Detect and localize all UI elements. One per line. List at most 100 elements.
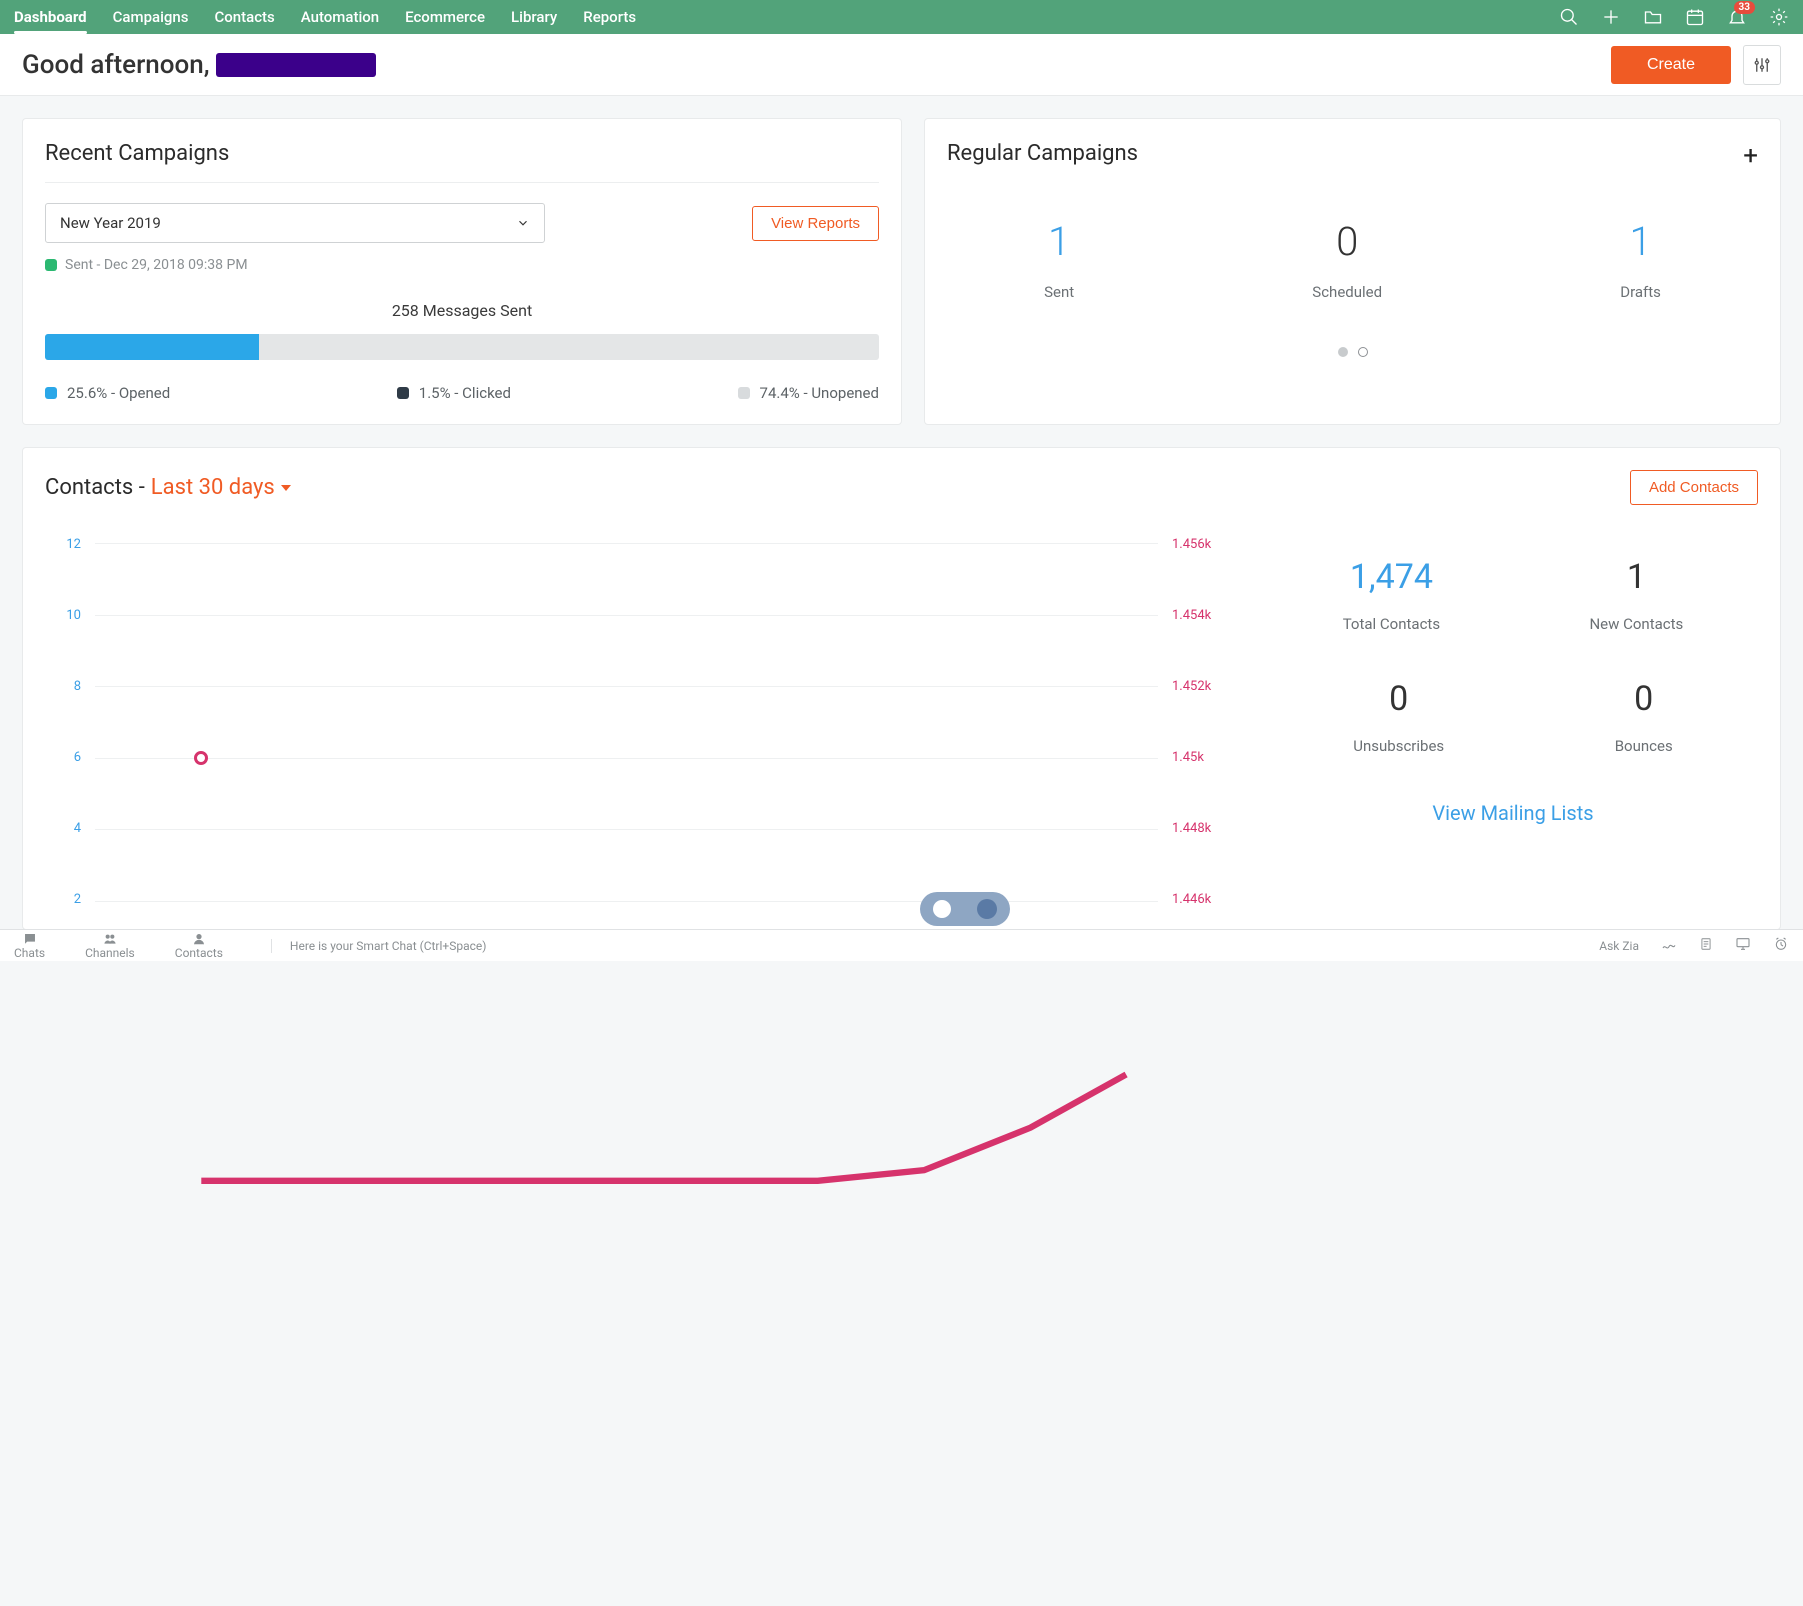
yr-tick: 1.452k	[1172, 679, 1228, 694]
monitor-icon[interactable]	[1735, 936, 1751, 955]
stat-scheduled-label: Scheduled	[1312, 283, 1382, 301]
bottom-tab-contacts[interactable]: Contacts	[175, 932, 223, 960]
legend-opened: 25.6% - Opened	[45, 384, 170, 402]
stat-unsub-label: Unsubscribes	[1353, 737, 1444, 755]
contacts-title-prefix: Contacts -	[45, 475, 145, 500]
greeting-prefix: Good afternoon,	[22, 50, 210, 80]
legend-clicked: 1.5% - Clicked	[397, 384, 511, 402]
nav-reports[interactable]: Reports	[583, 0, 636, 34]
stat-unsubscribes[interactable]: 0 Unsubscribes	[1353, 679, 1444, 755]
carousel-dot-1[interactable]	[1338, 347, 1348, 357]
chart-y-right: 1.456k 1.454k 1.452k 1.45k 1.448k 1.446k	[1172, 537, 1228, 907]
stat-scheduled-value: 0	[1312, 218, 1382, 265]
settings-sliders-button[interactable]	[1743, 45, 1781, 85]
notifications-badge: 33	[1734, 1, 1755, 14]
document-icon[interactable]	[1699, 936, 1713, 955]
triangle-down-icon	[281, 485, 291, 491]
contacts-card: Contacts - Last 30 days Add Contacts 12 …	[22, 447, 1781, 930]
legend-opened-icon	[45, 387, 57, 399]
stat-bounces-label: Bounces	[1615, 737, 1673, 755]
stat-total-value: 1,474	[1343, 557, 1440, 597]
legend-clicked-icon	[397, 387, 409, 399]
regular-campaigns-title: Regular Campaigns	[925, 119, 1780, 182]
nav-automation[interactable]: Automation	[301, 0, 379, 34]
bell-icon[interactable]: 33	[1727, 7, 1747, 27]
stat-drafts-label: Drafts	[1620, 283, 1661, 301]
greeting-name-redacted	[216, 53, 376, 77]
bottom-bar-left: Chats Channels Contacts Here is your Sma…	[14, 932, 486, 960]
yl-tick: 12	[45, 537, 81, 552]
bottom-bar-right: Ask Zia	[1599, 936, 1789, 955]
legend-unopened: 74.4% - Unopened	[738, 384, 879, 402]
gear-icon[interactable]	[1769, 7, 1789, 27]
floating-toggle[interactable]	[920, 892, 1010, 926]
stat-scheduled[interactable]: 0 Scheduled	[1312, 218, 1382, 301]
bottom-tab-chats[interactable]: Chats	[14, 932, 45, 960]
yr-tick: 1.448k	[1172, 821, 1228, 836]
status-sent-icon	[45, 259, 57, 271]
yr-tick: 1.454k	[1172, 608, 1228, 623]
ask-zia-button[interactable]: Ask Zia	[1599, 939, 1639, 953]
yl-tick: 4	[45, 821, 81, 836]
contacts-title: Contacts - Last 30 days	[45, 475, 291, 500]
view-mailing-lists-link[interactable]: View Mailing Lists	[1268, 801, 1758, 825]
top-nav-left: Dashboard Campaigns Contacts Automation …	[14, 0, 636, 34]
nav-library[interactable]: Library	[511, 0, 557, 34]
plus-icon[interactable]	[1601, 7, 1621, 27]
contacts-chart: 12 10 8 6 4 2 1.456k 1.454k 1.452k 1.45k…	[45, 537, 1228, 907]
greeting-bar: Good afternoon, Create	[0, 34, 1803, 96]
chart-line	[95, 543, 1158, 1606]
legend-row: 25.6% - Opened 1.5% - Clicked 74.4% - Un…	[45, 384, 879, 402]
create-button[interactable]: Create	[1611, 46, 1731, 84]
folder-icon[interactable]	[1643, 7, 1663, 27]
calendar-icon[interactable]	[1685, 7, 1705, 27]
chart-highlight-point[interactable]	[194, 751, 208, 765]
stat-total-contacts[interactable]: 1,474 Total Contacts	[1343, 557, 1440, 633]
campaign-select[interactable]: New Year 2019	[45, 203, 545, 243]
yl-tick: 8	[45, 679, 81, 694]
yr-tick: 1.45k	[1172, 750, 1228, 765]
nav-campaigns[interactable]: Campaigns	[113, 0, 189, 34]
nav-ecommerce[interactable]: Ecommerce	[405, 0, 485, 34]
contacts-period-dropdown[interactable]: Last 30 days	[151, 475, 291, 500]
main-content: Recent Campaigns New Year 2019 View Repo…	[0, 96, 1803, 952]
stat-unsub-value: 0	[1353, 679, 1444, 719]
yl-tick: 6	[45, 750, 81, 765]
bottom-tab-channels-label: Channels	[85, 946, 135, 960]
stat-sent-label: Sent	[1044, 283, 1074, 301]
stat-new-value: 1	[1589, 557, 1683, 597]
smart-chat-hint[interactable]: Here is your Smart Chat (Ctrl+Space)	[271, 939, 487, 953]
stat-new-label: New Contacts	[1589, 615, 1683, 633]
stat-drafts[interactable]: 1 Drafts	[1620, 218, 1661, 301]
carousel-dots	[925, 347, 1780, 377]
add-contacts-button[interactable]: Add Contacts	[1630, 470, 1758, 505]
chevron-down-icon	[516, 216, 530, 230]
stat-bounces[interactable]: 0 Bounces	[1615, 679, 1673, 755]
add-campaign-button[interactable]: +	[1743, 141, 1758, 171]
greeting-text: Good afternoon,	[22, 50, 376, 80]
chart-y-left: 12 10 8 6 4 2	[45, 537, 81, 907]
stat-new-contacts[interactable]: 1 New Contacts	[1589, 557, 1683, 633]
top-nav-right: 33	[1559, 7, 1789, 27]
open-rate-fill	[45, 334, 259, 360]
stat-sent[interactable]: 1 Sent	[1044, 218, 1074, 301]
search-icon[interactable]	[1559, 7, 1579, 27]
sent-status-text: Sent - Dec 29, 2018 09:38 PM	[65, 257, 248, 273]
yr-tick: 1.456k	[1172, 537, 1228, 552]
bottom-tab-channels[interactable]: Channels	[85, 932, 135, 960]
legend-unopened-icon	[738, 387, 750, 399]
handwriting-icon[interactable]	[1661, 936, 1677, 955]
top-nav: Dashboard Campaigns Contacts Automation …	[0, 0, 1803, 34]
stat-bounces-value: 0	[1615, 679, 1673, 719]
clock-icon[interactable]	[1773, 936, 1789, 955]
messages-sent-text: 258 Messages Sent	[45, 301, 879, 320]
view-reports-button[interactable]: View Reports	[752, 206, 879, 241]
stat-drafts-value: 1	[1620, 218, 1661, 265]
recent-campaigns-card: Recent Campaigns New Year 2019 View Repo…	[22, 118, 902, 425]
nav-contacts[interactable]: Contacts	[214, 0, 274, 34]
regular-campaigns-card: Regular Campaigns + 1 Sent 0 Scheduled 1…	[924, 118, 1781, 425]
toggle-dot-left	[933, 900, 951, 918]
legend-unopened-text: 74.4% - Unopened	[760, 384, 879, 402]
carousel-dot-2[interactable]	[1358, 347, 1368, 357]
nav-dashboard[interactable]: Dashboard	[14, 0, 87, 34]
